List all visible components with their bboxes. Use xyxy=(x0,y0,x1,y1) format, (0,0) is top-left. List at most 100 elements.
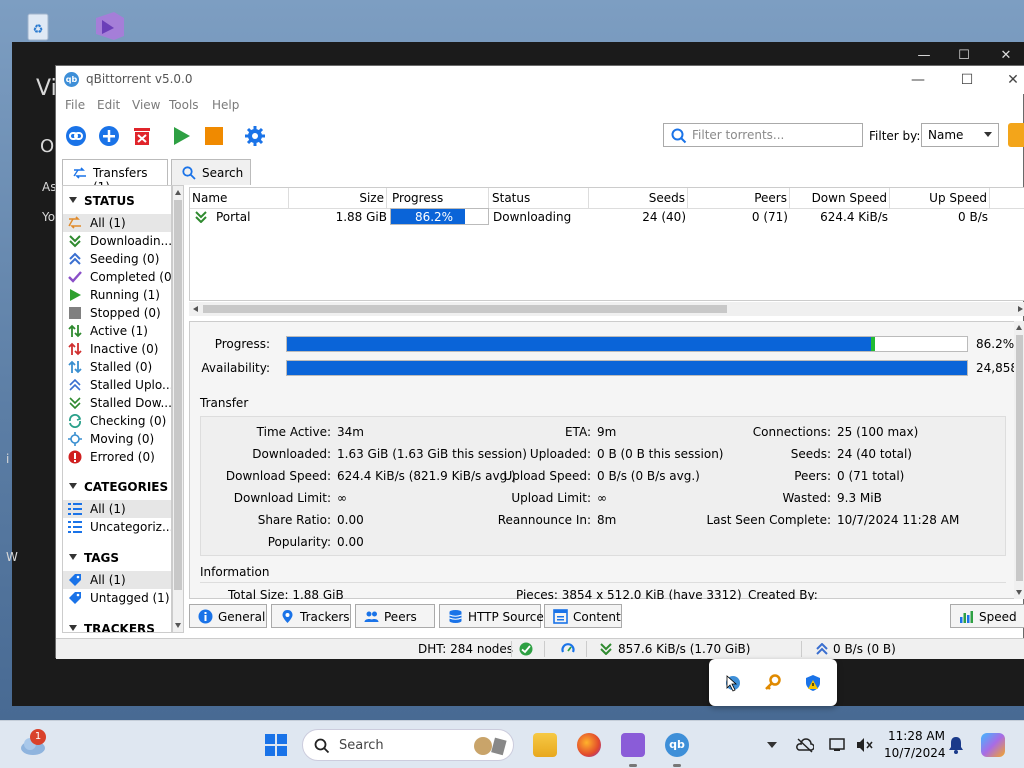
tab-search[interactable]: Search xyxy=(171,159,251,185)
column-header-seeds[interactable]: Seeds xyxy=(589,188,688,208)
column-header-up-speed[interactable]: Up Speed xyxy=(890,188,990,208)
status-item[interactable]: Active (1) xyxy=(63,322,171,340)
filter-by-select[interactable]: Name xyxy=(921,123,999,147)
categories-section-header[interactable]: CATEGORIES xyxy=(63,478,171,496)
tag-item-all[interactable]: All (1) xyxy=(63,571,171,589)
add-torrent-button[interactable] xyxy=(97,124,121,148)
table-row[interactable]: Portal 1.88 GiB 86.2% Downloading 24 (40… xyxy=(190,208,1024,227)
close-button[interactable]: ✕ xyxy=(993,68,1024,92)
menu-tools[interactable]: Tools xyxy=(169,98,199,112)
status-item[interactable]: Moving (0) xyxy=(63,430,171,448)
stop-button[interactable] xyxy=(202,124,226,148)
scroll-up-icon[interactable] xyxy=(175,190,181,195)
tag-item-untagged[interactable]: Untagged (1) xyxy=(63,589,171,607)
bg-close-icon[interactable]: ✕ xyxy=(998,48,1014,64)
column-header-progress[interactable]: Progress xyxy=(390,188,489,208)
file-explorer-icon[interactable] xyxy=(533,733,557,757)
maximize-button[interactable]: ☐ xyxy=(947,68,987,92)
column-header-peers[interactable]: Peers xyxy=(688,188,790,208)
tab-speed[interactable]: Speed xyxy=(950,604,1024,628)
scroll-left-icon[interactable] xyxy=(193,306,198,312)
security-shield-icon[interactable] xyxy=(804,674,822,692)
key-icon[interactable] xyxy=(764,674,782,692)
start-button[interactable] xyxy=(169,124,193,148)
category-item-uncategorized[interactable]: Uncategoriz... xyxy=(63,518,171,536)
menu-view[interactable]: View xyxy=(132,98,160,112)
tab-transfers[interactable]: Transfers (1) xyxy=(62,159,168,194)
scroll-up-icon[interactable] xyxy=(1016,325,1022,330)
visual-studio-taskbar-icon[interactable] xyxy=(621,733,645,757)
column-header-down-speed[interactable]: Down Speed xyxy=(790,188,890,208)
menu-file[interactable]: File xyxy=(65,98,85,112)
details-scrollbar[interactable] xyxy=(1014,321,1024,599)
bg-minimize-icon[interactable]: — xyxy=(916,48,932,64)
status-item[interactable]: Errored (0) xyxy=(63,448,171,466)
download-speed-status[interactable]: 857.6 KiB/s (1.70 GiB) xyxy=(618,642,750,656)
onedrive-icon[interactable] xyxy=(796,737,814,753)
tab-trackers[interactable]: Trackers xyxy=(271,604,351,628)
scroll-right-icon[interactable] xyxy=(1018,306,1023,312)
add-link-button[interactable] xyxy=(64,124,88,148)
title-bar[interactable]: qb qBittorrent v5.0.0 — ☐ ✕ xyxy=(56,66,1024,94)
speed-limit-icon[interactable] xyxy=(561,642,575,656)
menu-help[interactable]: Help xyxy=(212,98,239,112)
sidebar-scroll-thumb[interactable] xyxy=(174,200,182,590)
tags-section-header[interactable]: TAGS xyxy=(63,549,171,567)
column-header-status[interactable]: Status xyxy=(489,188,589,208)
connection-status-icon[interactable] xyxy=(519,642,533,656)
trackers-section-header[interactable]: TRACKERS xyxy=(63,620,171,632)
column-header-size[interactable]: Size xyxy=(289,188,387,208)
show-hidden-icons-chevron[interactable] xyxy=(767,742,777,748)
visual-studio-icon[interactable] xyxy=(92,8,128,44)
options-button[interactable] xyxy=(243,124,267,148)
details-scroll-thumb[interactable] xyxy=(1016,335,1023,581)
windows-start-icon[interactable] xyxy=(264,733,288,757)
column-header-name[interactable]: Name xyxy=(192,188,289,208)
status-item[interactable]: Stopped (0) xyxy=(63,304,171,322)
clock-date[interactable]: 10/7/2024 xyxy=(884,746,946,760)
scroll-down-icon[interactable] xyxy=(1016,590,1022,595)
status-item[interactable]: Completed (0) xyxy=(63,268,171,286)
download-icon xyxy=(600,643,612,655)
copilot-icon[interactable] xyxy=(981,733,1005,757)
qbittorrent-taskbar-icon[interactable]: qb xyxy=(665,733,689,757)
notification-bell-icon[interactable] xyxy=(947,735,965,755)
qbittorrent-tray-icon[interactable] xyxy=(725,674,741,692)
minimize-button[interactable]: — xyxy=(898,68,938,92)
status-item[interactable]: Stalled Dow... xyxy=(63,394,171,412)
status-section-header[interactable]: STATUS xyxy=(63,192,171,210)
category-item-all[interactable]: All (1) xyxy=(63,500,171,518)
menu-edit[interactable]: Edit xyxy=(97,98,120,112)
tab-general[interactable]: General xyxy=(189,604,267,628)
status-item[interactable]: Inactive (0) xyxy=(63,340,171,358)
bg-maximize-icon[interactable]: ☐ xyxy=(956,48,972,64)
tab-http-sources[interactable]: HTTP Sources xyxy=(439,604,550,628)
upload-speed-status[interactable]: 0 B/s (0 B) xyxy=(833,642,896,656)
clock-time[interactable]: 11:28 AM xyxy=(888,729,945,743)
list-scroll-thumb[interactable] xyxy=(203,305,727,313)
scroll-down-icon[interactable] xyxy=(175,623,181,628)
taskbar-search[interactable]: Search xyxy=(302,729,514,761)
delete-button[interactable] xyxy=(130,124,154,148)
recycle-bin-icon[interactable]: ♻ xyxy=(20,8,56,44)
status-item[interactable]: Running (1) xyxy=(63,286,171,304)
status-item[interactable]: Seeding (0) xyxy=(63,250,171,268)
firefox-icon[interactable] xyxy=(577,733,601,757)
tab-peers[interactable]: Peers xyxy=(355,604,435,628)
status-item[interactable]: Stalled Uplo... xyxy=(63,376,171,394)
filter-torrents-input[interactable]: Filter torrents... xyxy=(663,123,863,147)
status-item[interactable]: Checking (0) xyxy=(63,412,171,430)
status-item[interactable]: Downloadin... xyxy=(63,232,171,250)
status-item[interactable]: All (1) xyxy=(63,214,171,232)
database-icon xyxy=(449,610,462,623)
volume-muted-icon[interactable] xyxy=(856,737,874,753)
tag-label: All (1) xyxy=(90,573,126,587)
transfer-group-header: Transfer xyxy=(200,396,249,410)
stalled-download-icon xyxy=(68,396,82,410)
tab-content[interactable]: Content xyxy=(544,604,622,628)
sidebar-scrollbar[interactable] xyxy=(172,185,184,633)
status-item[interactable]: Stalled (0) xyxy=(63,358,171,376)
list-horizontal-scrollbar[interactable] xyxy=(189,302,1024,316)
network-icon[interactable] xyxy=(829,737,847,753)
lock-icon[interactable] xyxy=(1008,123,1024,147)
